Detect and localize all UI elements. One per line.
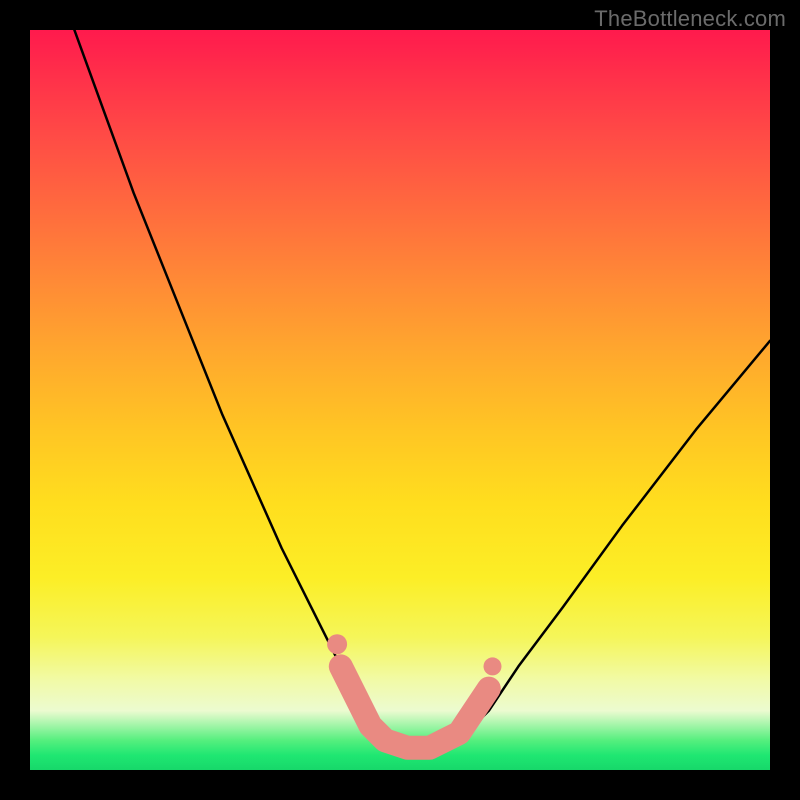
watermark-text: TheBottleneck.com <box>594 6 786 32</box>
optimal-range-nub <box>484 657 502 675</box>
optimal-range-markers <box>327 634 501 748</box>
chart-svg <box>30 30 770 770</box>
optimal-range-nub <box>327 634 347 654</box>
bottleneck-curve-path <box>74 30 770 755</box>
chart-plot-area <box>30 30 770 770</box>
chart-frame: TheBottleneck.com <box>0 0 800 800</box>
optimal-range-stroke <box>341 666 489 747</box>
